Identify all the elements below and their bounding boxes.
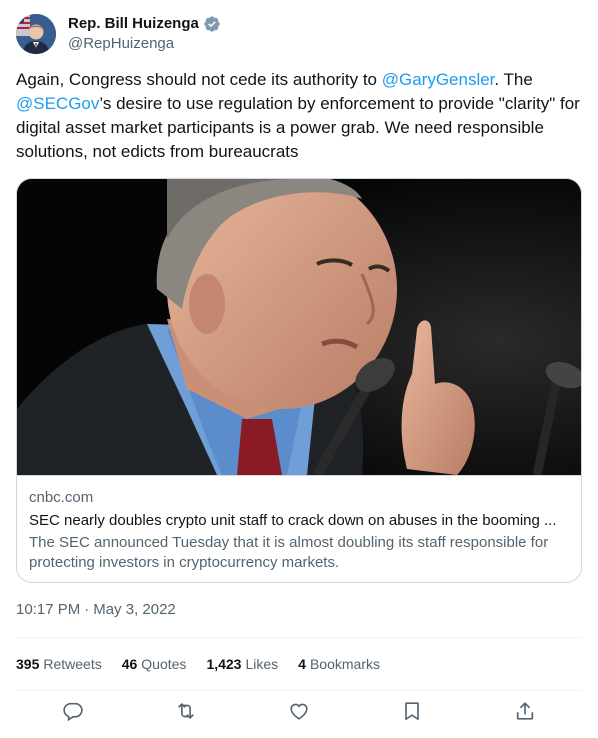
link-card[interactable]: cnbc.com SEC nearly doubles crypto unit … <box>16 178 582 583</box>
bookmark-icon <box>405 702 419 721</box>
stat-label: Quotes <box>141 656 187 672</box>
stat-label: Likes <box>245 656 279 672</box>
avatar[interactable] <box>16 14 56 54</box>
mention-link[interactable]: @SECGov <box>16 94 99 113</box>
card-description: The SEC announced Tuesday that it is alm… <box>29 534 549 571</box>
heart-icon <box>290 703 308 720</box>
retweet-button[interactable] <box>175 700 197 722</box>
like-button[interactable] <box>288 700 310 722</box>
timestamp[interactable]: 10:17 PM · May 3, 2022 <box>16 600 176 620</box>
stat-label: Bookmarks <box>309 656 380 672</box>
timestamp-date: May 3, 2022 <box>93 601 176 618</box>
stat-value: 46 <box>121 656 138 672</box>
card-title[interactable]: SEC nearly doubles crypto unit staff to … <box>29 511 571 531</box>
tweet-header: Rep. Bill Huizenga @RepHuizenga <box>16 12 221 56</box>
mention-link[interactable]: @GaryGensler <box>382 70 495 89</box>
share-icon <box>516 702 534 720</box>
stat-quotes[interactable]: 46 Quotes <box>122 654 187 674</box>
tweet-text: Again, Congress should not cede its auth… <box>16 68 582 164</box>
stat-label: Retweets <box>43 656 102 672</box>
card-body: cnbc.com SEC nearly doubles crypto unit … <box>17 475 581 573</box>
verified-badge-icon <box>203 15 221 33</box>
author-display-name[interactable]: Rep. Bill Huizenga <box>68 14 199 34</box>
author-names: Rep. Bill Huizenga @RepHuizenga <box>68 14 221 54</box>
divider <box>16 690 582 691</box>
stat-value: 4 <box>298 656 306 672</box>
tweet-text-segment: ’s desire to use regulation by enforceme… <box>16 94 580 161</box>
bookmark-button[interactable] <box>401 700 423 722</box>
reply-icon <box>63 702 83 722</box>
divider <box>16 637 582 638</box>
reply-button[interactable] <box>62 700 84 722</box>
stat-bookmarks[interactable]: 4 Bookmarks <box>298 654 380 674</box>
stat-value: 1,423 <box>206 656 242 672</box>
action-bar <box>16 700 582 730</box>
tweet-text-segment: Again, Congress should not cede its auth… <box>16 70 382 89</box>
avatar-image <box>16 14 56 54</box>
card-image <box>17 179 581 475</box>
retweet-icon <box>178 703 194 719</box>
timestamp-time: 10:17 PM <box>16 601 81 618</box>
stat-likes[interactable]: 1,423 Likes <box>206 654 278 674</box>
timestamp-separator: · <box>84 601 90 618</box>
stat-retweets[interactable]: 395 Retweets <box>16 654 102 674</box>
author-handle[interactable]: @RepHuizenga <box>68 34 221 54</box>
tweet-text-segment: . The <box>494 70 533 89</box>
engagement-stats: 395 Retweets 46 Quotes 1,423 Likes 4 Boo… <box>16 654 380 674</box>
card-domain: cnbc.com <box>29 489 94 506</box>
share-button[interactable] <box>514 700 536 722</box>
stat-value: 395 <box>16 656 40 672</box>
